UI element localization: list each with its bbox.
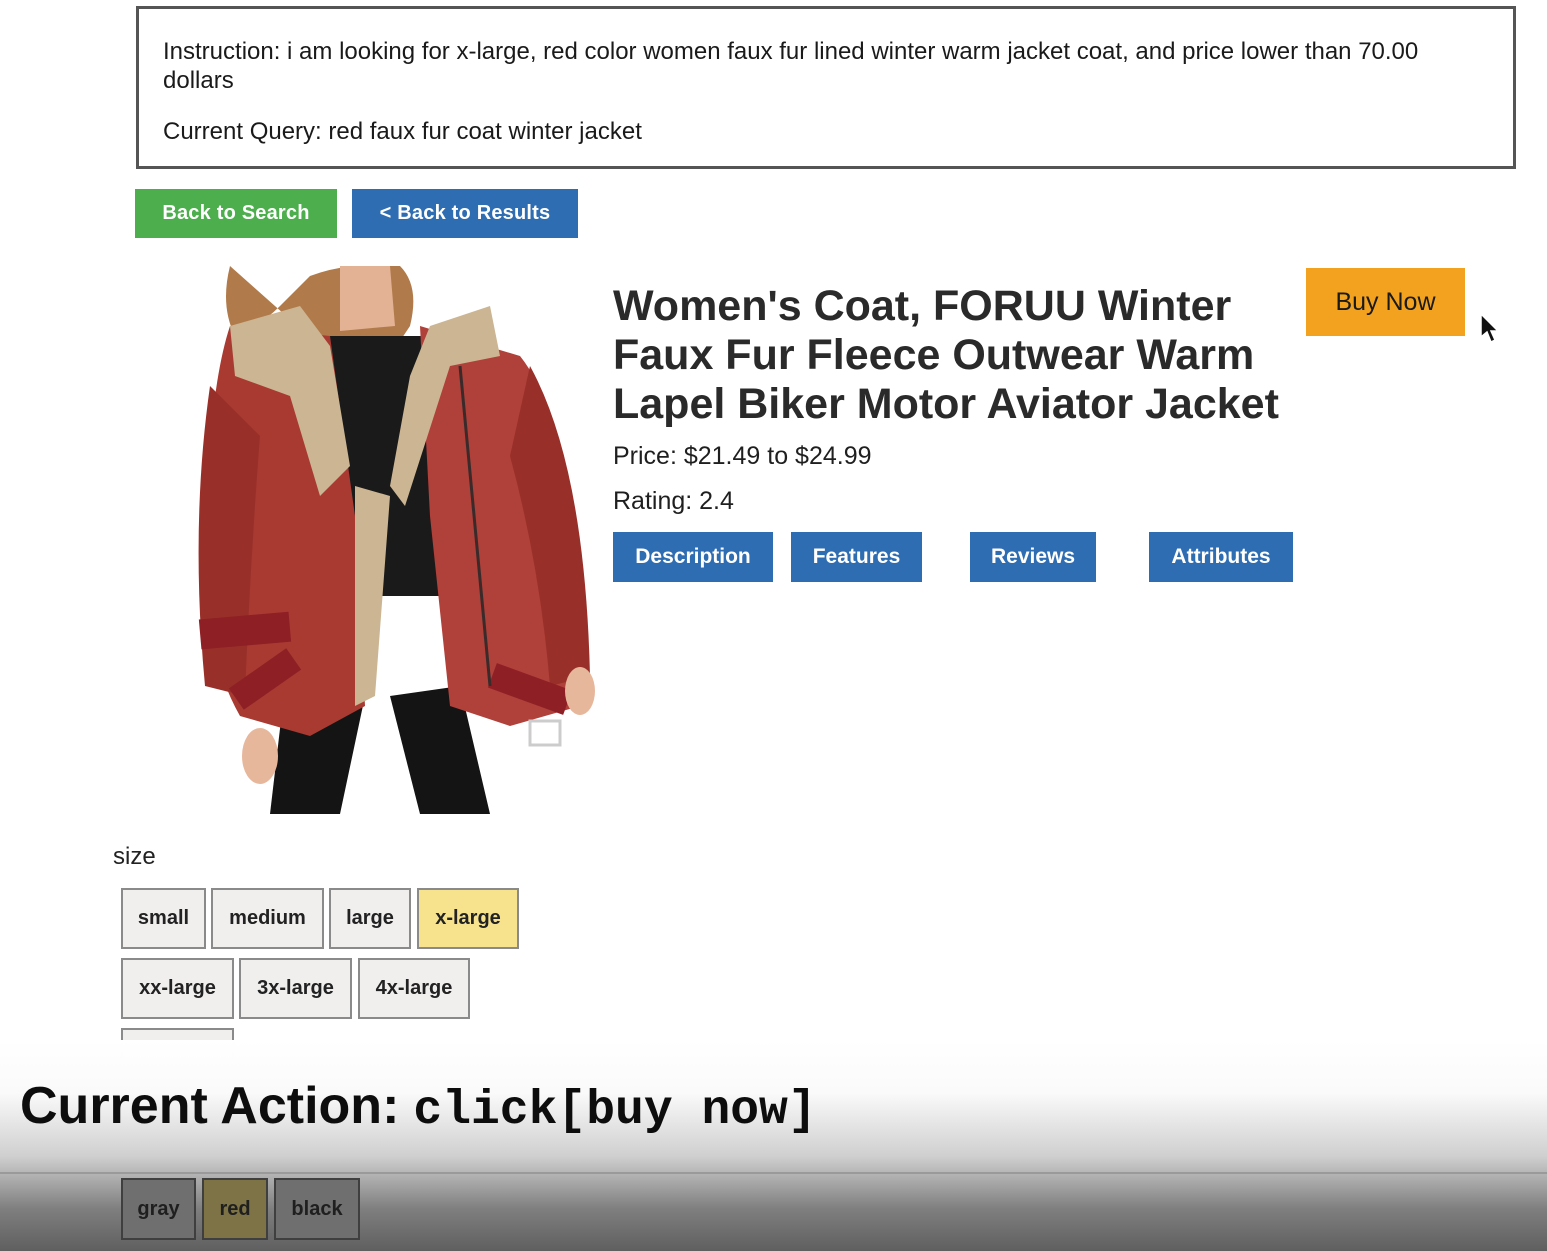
size-option-3x-large[interactable]: 3x-large xyxy=(239,958,352,1019)
attributes-button[interactable]: Attributes xyxy=(1149,532,1293,582)
instruction-box: Instruction: i am looking for x-large, r… xyxy=(136,6,1516,169)
size-label: size xyxy=(113,843,156,870)
reviews-button[interactable]: Reviews xyxy=(970,532,1096,582)
buy-now-button[interactable]: Buy Now xyxy=(1306,268,1465,336)
size-option-small[interactable]: small xyxy=(121,888,206,949)
product-title: Women's Coat, FORUU Winter Faux Fur Flee… xyxy=(613,282,1279,428)
product-price: Price: $21.49 to $24.99 xyxy=(613,442,872,470)
color-option-red[interactable]: red xyxy=(202,1178,268,1240)
product-image xyxy=(190,264,600,814)
product-rating: Rating: 2.4 xyxy=(613,487,734,515)
back-to-search-button[interactable]: Back to Search xyxy=(135,189,337,238)
color-option-black[interactable]: black xyxy=(274,1178,360,1240)
red-jacket-icon xyxy=(198,264,595,814)
size-option-medium[interactable]: medium xyxy=(211,888,324,949)
current-action-label: Current Action: xyxy=(20,1077,400,1135)
color-option-gray[interactable]: gray xyxy=(121,1178,196,1240)
size-option-x-large[interactable]: x-large xyxy=(417,888,519,949)
current-action: Current Action: click[buy now] xyxy=(20,1076,817,1138)
instruction-text: Instruction: i am looking for x-large, r… xyxy=(163,38,1419,94)
current-action-code: click[buy now] xyxy=(413,1084,817,1138)
size-option-xx-large[interactable]: xx-large xyxy=(121,958,234,1019)
current-query: Current Query: red faux fur coat winter … xyxy=(163,118,642,145)
back-to-results-button[interactable]: < Back to Results xyxy=(352,189,578,238)
size-option-large[interactable]: large xyxy=(329,888,411,949)
size-option-4x-large[interactable]: 4x-large xyxy=(358,958,470,1019)
features-button[interactable]: Features xyxy=(791,532,922,582)
mouse-cursor-icon xyxy=(1480,313,1500,344)
overlay-divider xyxy=(0,1172,1547,1174)
description-button[interactable]: Description xyxy=(613,532,773,582)
